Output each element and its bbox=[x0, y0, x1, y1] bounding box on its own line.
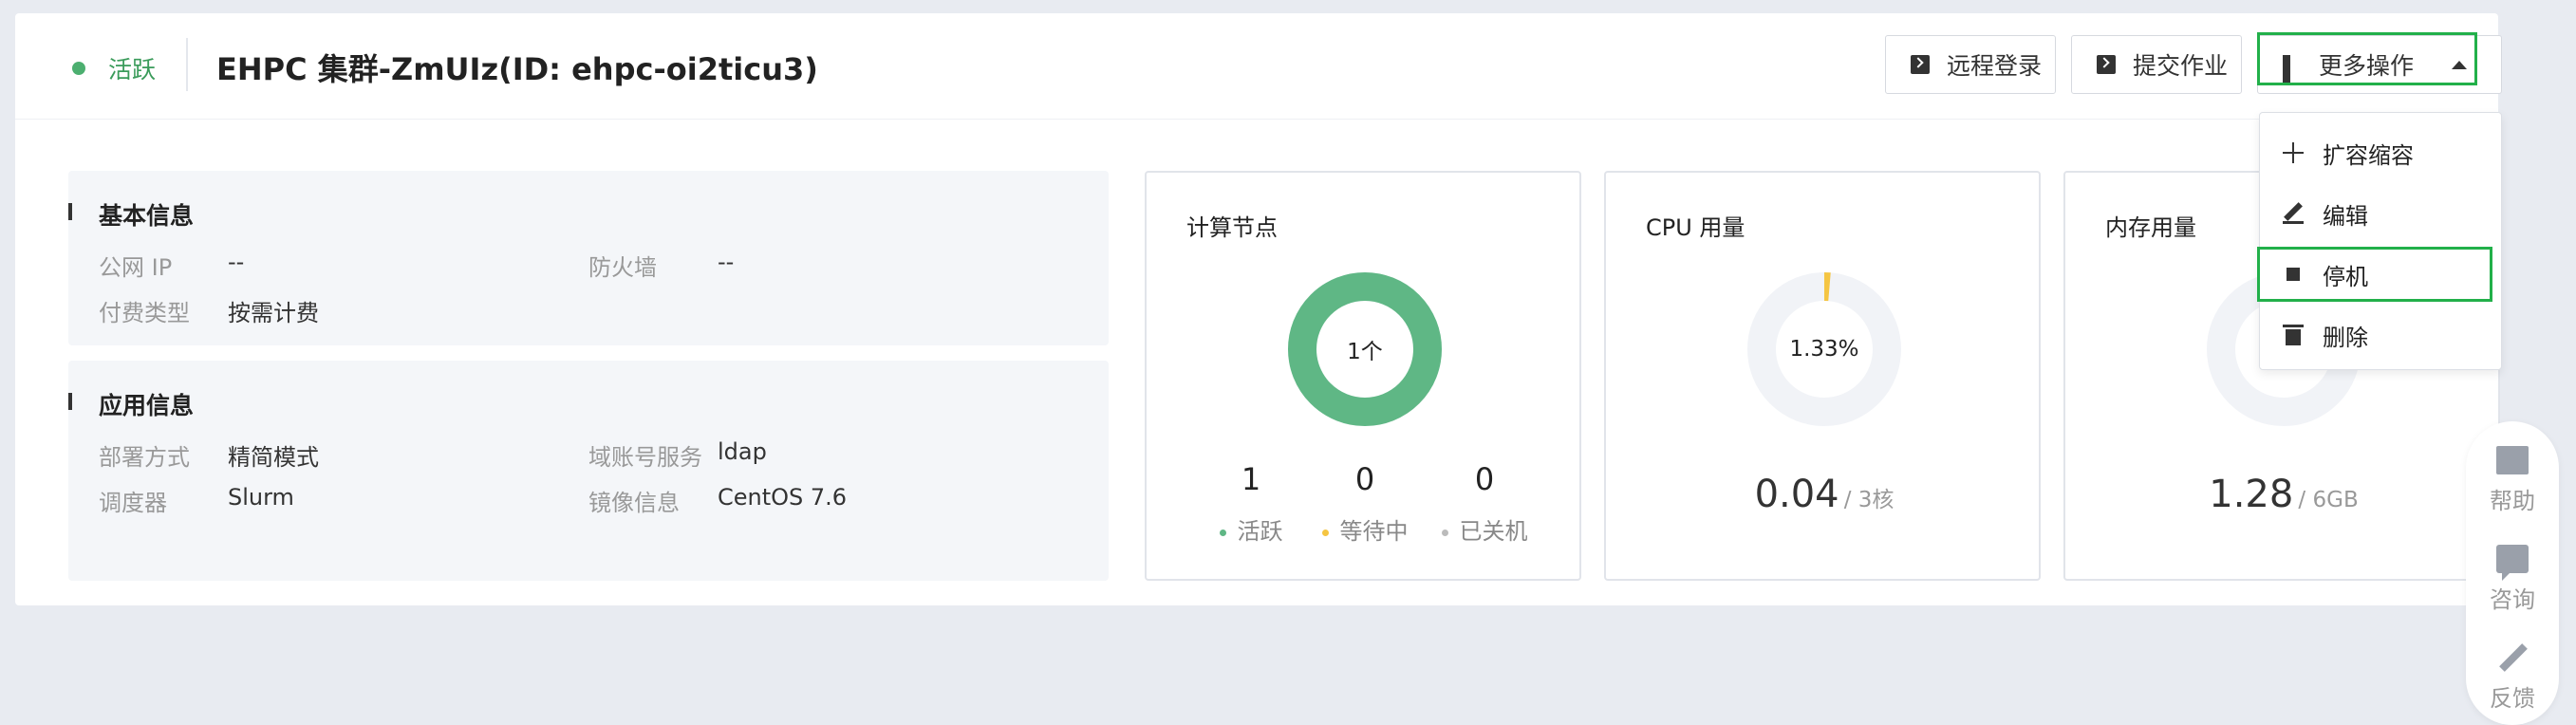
menu-item-label: 停机 bbox=[2323, 263, 2368, 290]
section-marker bbox=[68, 393, 72, 410]
help-button[interactable]: 帮助 bbox=[2466, 446, 2559, 515]
scheduler-row: 调度器 Slurm bbox=[99, 484, 294, 517]
status-label: 活跃 bbox=[108, 56, 157, 84]
app-info-card: 应用信息 部署方式 精简模式 域账号服务 ldap 调度器 Slurm 镜像信息… bbox=[68, 361, 1109, 581]
stopped-dot-icon bbox=[1441, 529, 1448, 536]
cpu-usage-summary: 0.04 / 3核 bbox=[1606, 473, 2043, 516]
grid-icon bbox=[2283, 55, 2302, 85]
compute-nodes-donut: 1个 bbox=[1287, 271, 1443, 427]
more-actions-menu: 扩容缩容 编辑 停机 删除 bbox=[2259, 112, 2502, 370]
waiting-dot-icon bbox=[1321, 529, 1329, 536]
waiting-count-label: 等待中 bbox=[1339, 518, 1409, 545]
stopped-count: 0 已关机 bbox=[1428, 461, 1541, 546]
billing-row: 付费类型 按需计费 bbox=[99, 294, 319, 327]
book-icon bbox=[2496, 446, 2529, 474]
firewall-value: -- bbox=[718, 249, 735, 275]
memory-used-value: 1.28 bbox=[2209, 473, 2294, 516]
submit-job-label: 提交作业 bbox=[2133, 52, 2229, 80]
stopped-count-value: 0 bbox=[1474, 461, 1495, 497]
terminal-icon bbox=[2097, 55, 2116, 74]
memory-total-value: / 6GB bbox=[2298, 488, 2359, 512]
memory-usage-title: 内存用量 bbox=[2105, 214, 2196, 241]
scheduler-value: Slurm bbox=[228, 484, 294, 511]
compute-nodes-card: 计算节点 1个 1 活跃 0 等待中 0 已关机 bbox=[1145, 171, 1581, 581]
terminal-icon bbox=[1911, 55, 1930, 74]
public-ip-row: 公网 IP -- bbox=[99, 249, 244, 282]
cluster-title: EHPC 集群-ZmUIz(ID: ehpc-oi2ticu3) bbox=[216, 51, 818, 87]
more-actions-button[interactable]: 更多操作 bbox=[2257, 35, 2502, 94]
deploy-row: 部署方式 精简模式 bbox=[99, 438, 319, 472]
firewall-row: 防火墙 -- bbox=[588, 249, 734, 282]
menu-item-stop[interactable]: 停机 bbox=[2260, 244, 2503, 305]
plus-icon bbox=[2283, 142, 2304, 163]
public-ip-value: -- bbox=[228, 249, 245, 275]
menu-item-scale[interactable]: 扩容缩容 bbox=[2260, 122, 2503, 183]
donut-center-label: 1.33% bbox=[1789, 337, 1859, 362]
public-ip-key: 公网 IP bbox=[99, 254, 173, 281]
help-label: 帮助 bbox=[2490, 488, 2535, 514]
basic-info-title: 基本信息 bbox=[99, 202, 195, 230]
stop-icon bbox=[2283, 264, 2304, 285]
active-count-value: 1 bbox=[1241, 461, 1261, 497]
menu-item-label: 删除 bbox=[2323, 324, 2368, 351]
more-actions-label: 更多操作 bbox=[2319, 52, 2415, 80]
cluster-panel: 活跃 EHPC 集群-ZmUIz(ID: ehpc-oi2ticu3) 远程登录… bbox=[15, 13, 2502, 605]
domain-value: ldap bbox=[718, 438, 767, 465]
submit-job-button[interactable]: 提交作业 bbox=[2071, 35, 2242, 94]
image-row: 镜像信息 CentOS 7.6 bbox=[588, 484, 847, 517]
cpu-usage-donut: 1.33% bbox=[1746, 271, 1902, 427]
cpu-usage-title: CPU 用量 bbox=[1646, 214, 1745, 241]
pencil-icon bbox=[2496, 643, 2529, 672]
memory-usage-summary: 1.28 / 6GB bbox=[2065, 473, 2502, 516]
floating-help-bar: 帮助 咨询 反馈 bbox=[2466, 421, 2559, 725]
domain-key: 域账号服务 bbox=[588, 444, 702, 471]
active-dot-icon bbox=[1219, 529, 1226, 536]
waiting-count: 0 等待中 bbox=[1308, 461, 1422, 546]
trash-icon bbox=[2283, 325, 2304, 345]
chat-icon bbox=[2496, 545, 2529, 581]
scheduler-key: 调度器 bbox=[99, 490, 167, 516]
basic-info-card: 基本信息 公网 IP -- 防火墙 -- 付费类型 按需计费 bbox=[68, 171, 1109, 345]
section-marker bbox=[68, 203, 72, 220]
waiting-count-value: 0 bbox=[1354, 461, 1375, 497]
firewall-key: 防火墙 bbox=[588, 254, 657, 281]
feedback-label: 反馈 bbox=[2490, 685, 2535, 712]
compute-nodes-title: 计算节点 bbox=[1186, 214, 1278, 241]
caret-up-icon bbox=[2452, 60, 2468, 69]
cluster-status: 活跃 bbox=[72, 51, 156, 85]
menu-item-label: 扩容缩容 bbox=[2323, 141, 2414, 169]
consult-button[interactable]: 咨询 bbox=[2466, 545, 2559, 614]
feedback-button[interactable]: 反馈 bbox=[2466, 643, 2559, 713]
billing-key: 付费类型 bbox=[99, 300, 190, 326]
menu-item-edit[interactable]: 编辑 bbox=[2260, 183, 2503, 244]
app-info-title: 应用信息 bbox=[99, 392, 195, 419]
cpu-usage-card: CPU 用量 1.33% 0.04 / 3核 bbox=[1604, 171, 2041, 581]
pencil-icon bbox=[2283, 203, 2304, 224]
deploy-key: 部署方式 bbox=[99, 444, 190, 471]
stopped-count-label: 已关机 bbox=[1459, 518, 1528, 545]
active-count: 1 活跃 bbox=[1194, 461, 1308, 546]
menu-item-label: 编辑 bbox=[2323, 202, 2368, 230]
domain-row: 域账号服务 ldap bbox=[588, 438, 767, 472]
billing-value: 按需计费 bbox=[228, 300, 319, 326]
status-dot-icon bbox=[72, 62, 85, 75]
consult-label: 咨询 bbox=[2490, 586, 2535, 613]
deploy-value: 精简模式 bbox=[228, 444, 319, 471]
menu-item-delete[interactable]: 删除 bbox=[2260, 305, 2503, 365]
image-key: 镜像信息 bbox=[588, 490, 680, 516]
active-count-label: 活跃 bbox=[1237, 518, 1283, 545]
cpu-used-value: 0.04 bbox=[1754, 473, 1839, 516]
remote-login-label: 远程登录 bbox=[1947, 52, 2043, 80]
cluster-header: 活跃 EHPC 集群-ZmUIz(ID: ehpc-oi2ticu3) 远程登录… bbox=[15, 13, 2502, 120]
cpu-total-value: / 3核 bbox=[1843, 488, 1895, 512]
remote-login-button[interactable]: 远程登录 bbox=[1885, 35, 2056, 94]
header-divider bbox=[186, 38, 188, 91]
image-value: CentOS 7.6 bbox=[718, 484, 848, 511]
donut-center-label: 1个 bbox=[1347, 340, 1383, 364]
